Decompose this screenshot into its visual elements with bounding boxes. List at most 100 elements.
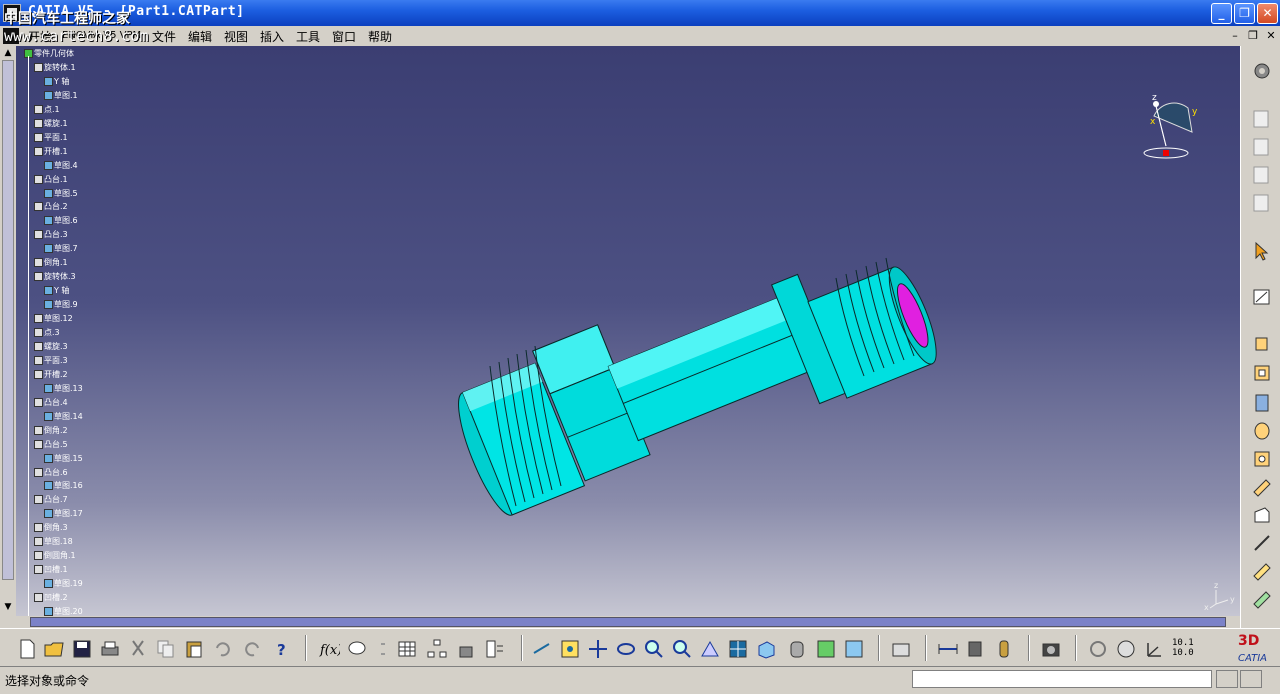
status-prompt: 选择对象或命令 <box>5 674 90 688</box>
svg-text:?: ? <box>277 641 286 659</box>
rotate-icon[interactable] <box>615 638 637 660</box>
mdi-close-button[interactable]: ✕ <box>1264 29 1278 43</box>
toolbar-separator-6 <box>1075 635 1077 661</box>
compass-x-label: x <box>1150 117 1156 127</box>
equation-icon[interactable] <box>484 638 506 660</box>
knowledge-advisor-icon[interactable] <box>346 638 368 660</box>
draft-icon[interactable] <box>1251 588 1273 610</box>
chamfer-icon[interactable] <box>1251 560 1273 582</box>
multi-view-icon[interactable] <box>727 638 749 660</box>
menu-bar: 开始 ENOVIA V5 VPM 文件 编辑 视图 插入 工具 窗口 帮助 – … <box>0 26 1280 46</box>
menu-insert[interactable]: 插入 <box>260 28 284 45</box>
mdi-minimize-button[interactable]: – <box>1228 29 1242 43</box>
fly-mode-icon[interactable] <box>531 638 553 660</box>
menu-file[interactable]: 文件 <box>152 28 176 45</box>
3d-viewport[interactable]: 零件几何体 旋转体.1 Y 轴草图.1 点.1 螺旋.1 平面.1 开槽.1 草图.4 凸台.1… <box>16 46 1240 616</box>
command-input[interactable] <box>912 670 1212 688</box>
toolbar-separator-3 <box>878 635 880 661</box>
measure-inertia-icon[interactable] <box>993 638 1015 660</box>
shading-icon[interactable] <box>786 638 808 660</box>
print-icon[interactable] <box>99 638 121 660</box>
triad-y-label: y <box>1230 595 1235 604</box>
cut-icon[interactable] <box>127 638 149 660</box>
new-document-icon[interactable] <box>16 638 38 660</box>
bottom-toolbar: ? f(x) 10.1 10.0 3D CATIA <box>0 628 1280 666</box>
isometric-view-icon[interactable] <box>755 638 777 660</box>
title-bar: CATIA V5 - [Part1.CATPart] _ ❐ ✕ <box>0 0 1280 26</box>
measure-between-icon[interactable] <box>937 638 959 660</box>
status-bar: 选择对象或命令 <box>0 666 1280 694</box>
command-options-button[interactable] <box>1240 670 1262 688</box>
right-toolbar <box>1240 46 1280 628</box>
normal-view-icon[interactable] <box>699 638 721 660</box>
fit-all-icon[interactable] <box>559 638 581 660</box>
whats-this-help-icon[interactable]: ? <box>272 638 294 660</box>
hole-icon[interactable] <box>1251 420 1273 442</box>
capture-camera-icon[interactable] <box>1040 638 1062 660</box>
tree-vertical-scrollbar[interactable]: ▲ ▼ <box>0 46 16 616</box>
part-model[interactable]: z y x z y x <box>16 46 1240 616</box>
toolbar-separator-5 <box>1028 635 1030 661</box>
watermark-text: 中国汽车工程师之家 <box>4 11 130 27</box>
save-icon[interactable] <box>71 638 93 660</box>
update-icon[interactable] <box>890 638 912 660</box>
catia-logo: 3D CATIA <box>1238 633 1267 664</box>
sketch-icon[interactable] <box>1251 286 1273 308</box>
toolbar-separator <box>305 635 307 661</box>
select-arrow-icon[interactable] <box>1251 240 1273 262</box>
menu-view[interactable]: 视图 <box>224 28 248 45</box>
zoom-out-icon[interactable] <box>671 638 693 660</box>
copy-icon[interactable] <box>155 638 177 660</box>
multi-doc-icon[interactable] <box>1251 108 1273 130</box>
formula-fx-icon[interactable]: f(x) <box>318 638 340 660</box>
minimize-button[interactable]: _ <box>1211 3 1232 24</box>
measure-item-icon[interactable] <box>965 638 987 660</box>
zoom-readout[interactable]: 10.1 10.0 <box>1172 638 1194 658</box>
pad-icon[interactable] <box>1251 332 1273 354</box>
pocket-icon[interactable] <box>1251 362 1273 384</box>
multi-doc-icon-2[interactable] <box>1251 136 1273 158</box>
open-folder-icon[interactable] <box>43 638 65 660</box>
scroll-up-arrow-icon[interactable]: ▲ <box>3 48 13 58</box>
redo-icon[interactable] <box>242 638 264 660</box>
undo-icon[interactable] <box>211 638 233 660</box>
groove-icon[interactable] <box>1251 448 1273 470</box>
hide-show-icon[interactable] <box>815 638 837 660</box>
toolbar-separator-2 <box>521 635 523 661</box>
multi-doc-icon-4[interactable] <box>1251 192 1273 214</box>
options-gear-icon[interactable] <box>1251 60 1273 82</box>
swap-space-icon[interactable] <box>843 638 865 660</box>
lock-icon[interactable] <box>455 638 477 660</box>
zoom-in-icon[interactable] <box>643 638 665 660</box>
command-history-button[interactable] <box>1216 670 1238 688</box>
viewport-horizontal-scrollbar[interactable] <box>16 616 1240 628</box>
shaft-icon[interactable] <box>1251 392 1273 414</box>
rib-icon[interactable] <box>1251 476 1273 498</box>
hscroll-thumb[interactable] <box>30 617 1226 627</box>
toolbar-separator-4 <box>925 635 927 661</box>
multi-doc-icon-3[interactable] <box>1251 164 1273 186</box>
hand-grab-icon[interactable] <box>1115 638 1137 660</box>
paste-icon[interactable] <box>183 638 205 660</box>
triad-x-label: x <box>1204 603 1209 612</box>
axis-triad: z y x <box>1204 581 1235 612</box>
fillet-icon[interactable] <box>1251 532 1273 554</box>
table-icon[interactable] <box>396 638 418 660</box>
close-button[interactable]: ✕ <box>1257 3 1278 24</box>
slot-icon[interactable] <box>1251 504 1273 526</box>
menu-window[interactable]: 窗口 <box>332 28 356 45</box>
menu-tools[interactable]: 工具 <box>296 28 320 45</box>
mdi-restore-button[interactable]: ❐ <box>1246 29 1260 43</box>
pan-icon[interactable] <box>587 638 609 660</box>
hierarchy-icon[interactable] <box>426 638 448 660</box>
menu-edit[interactable]: 编辑 <box>188 28 212 45</box>
axis-system-icon[interactable] <box>1143 638 1165 660</box>
menu-help[interactable]: 帮助 <box>368 28 392 45</box>
restore-button[interactable]: ❐ <box>1234 3 1255 24</box>
scroll-thumb[interactable] <box>2 60 14 580</box>
compass: z y x <box>1143 93 1198 159</box>
scroll-down-arrow-icon[interactable]: ▼ <box>3 602 13 612</box>
zoom-readout-top: 10.1 <box>1172 638 1194 648</box>
link-icon[interactable] <box>372 638 394 660</box>
refresh-icon[interactable] <box>1087 638 1109 660</box>
